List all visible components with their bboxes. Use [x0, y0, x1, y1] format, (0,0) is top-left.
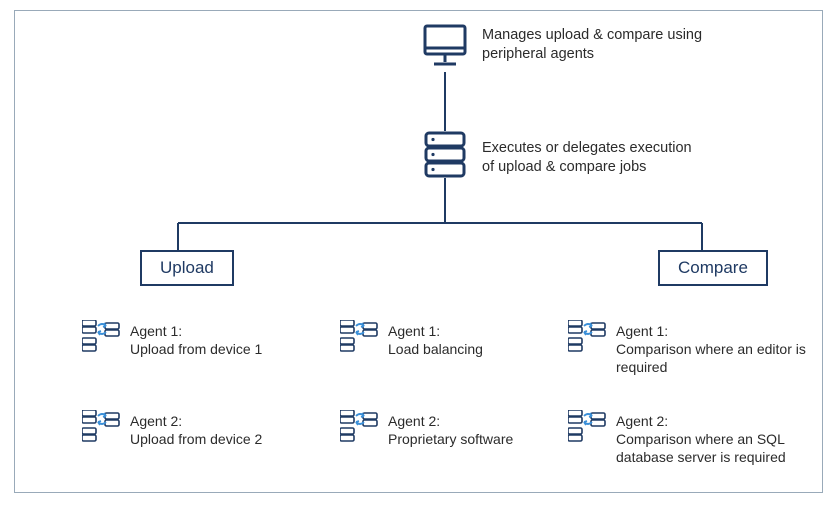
agent-desc: Upload from device 2: [130, 430, 262, 448]
agent-title: Agent 2:: [388, 412, 513, 430]
agent-exchange-icon: [568, 410, 608, 444]
agent-title: Agent 2:: [130, 412, 262, 430]
agent-desc: Upload from device 1: [130, 340, 262, 358]
agent-exchange-icon: [568, 320, 608, 354]
agent-desc: Load balancing: [388, 340, 483, 358]
agent-exchange-icon: [82, 410, 122, 444]
agent-col3-row2: Agent 2: Comparison where an SQL databas…: [568, 410, 808, 467]
branch-box-upload: Upload: [140, 250, 234, 286]
agent-col2-row1: Agent 1: Load balancing: [340, 320, 580, 358]
monitor-caption-line2: peripheral agents: [482, 45, 702, 64]
server-caption: Executes or delegates execution of uploa…: [482, 139, 692, 177]
agent-title: Agent 1:: [130, 322, 262, 340]
agent-desc: Comparison where an editor is: [616, 340, 806, 358]
agent-desc: Proprietary software: [388, 430, 513, 448]
server-stack-icon: [420, 131, 470, 179]
agent-title: Agent 1:: [388, 322, 483, 340]
monitor-caption: Manages upload & compare using periphera…: [482, 26, 702, 64]
diagram-canvas: Manages upload & compare using periphera…: [0, 0, 837, 507]
agent-title: Agent 1:: [616, 322, 806, 340]
agent-title: Agent 2:: [616, 412, 786, 430]
agent-exchange-icon: [340, 320, 380, 354]
agent-exchange-icon: [82, 320, 122, 354]
server-caption-line2: of upload & compare jobs: [482, 158, 692, 177]
branch-box-compare: Compare: [658, 250, 768, 286]
monitor-icon: [420, 22, 470, 72]
agent-exchange-icon: [340, 410, 380, 444]
agent-col1-row1: Agent 1: Upload from device 1: [82, 320, 322, 358]
agent-col2-row2: Agent 2: Proprietary software: [340, 410, 580, 448]
server-caption-line1: Executes or delegates execution: [482, 139, 692, 158]
agent-col3-row1: Agent 1: Comparison where an editor is r…: [568, 320, 808, 377]
monitor-caption-line1: Manages upload & compare using: [482, 26, 702, 45]
branch-label-compare: Compare: [678, 258, 748, 277]
agent-desc: Comparison where an SQL: [616, 430, 786, 448]
agent-desc2: database server is required: [616, 448, 786, 466]
agent-col1-row2: Agent 2: Upload from device 2: [82, 410, 322, 448]
agent-desc2: required: [616, 358, 806, 376]
branch-label-upload: Upload: [160, 258, 214, 277]
